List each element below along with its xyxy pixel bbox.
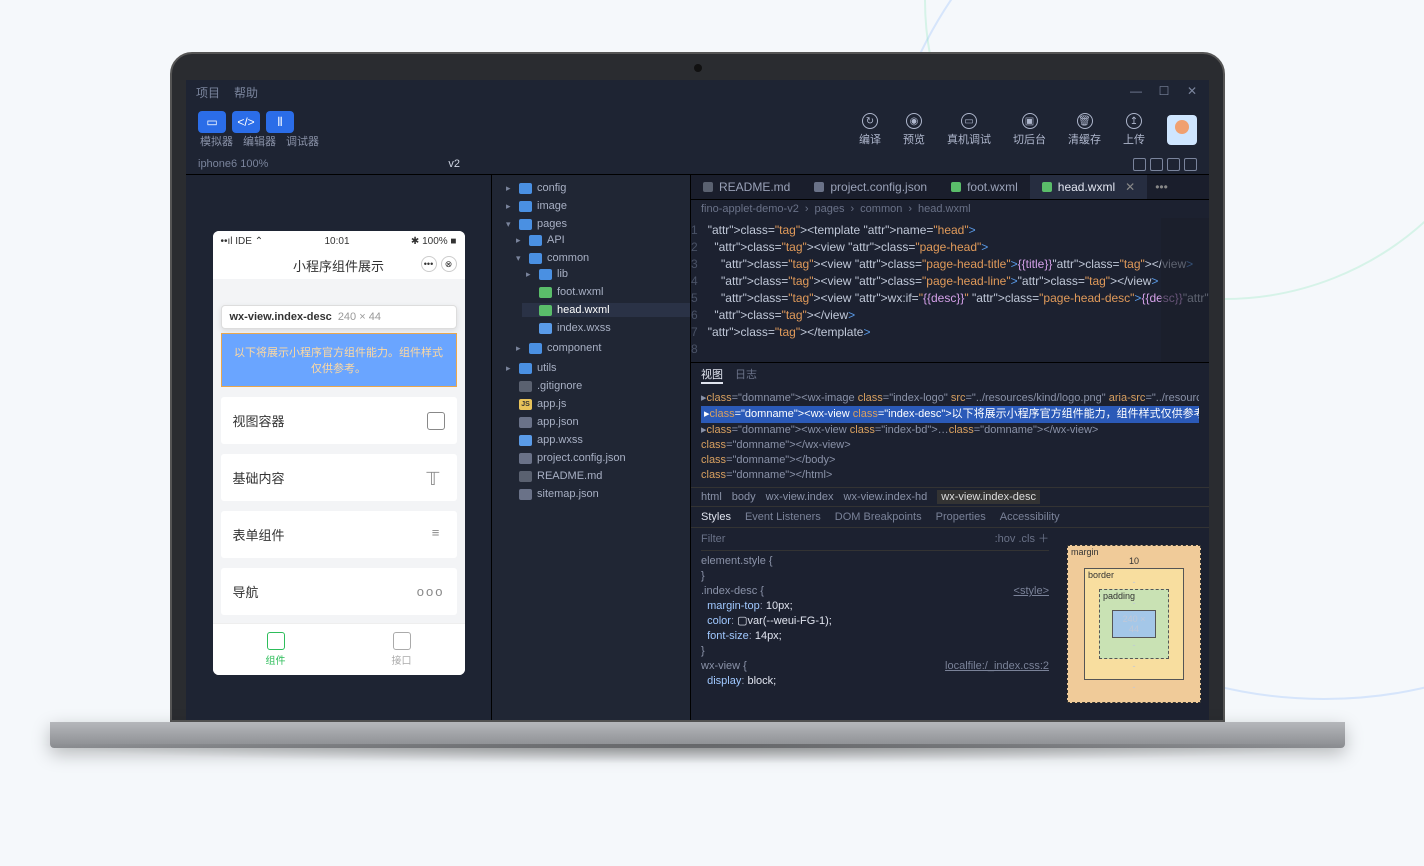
window-close-icon[interactable]: ✕ [1185, 84, 1199, 101]
phone-preview: ••ıl IDE ⌃ 10:01 ✱ 100% ■ 小程序组件展示 ••• ⊗ … [213, 231, 465, 675]
devtools-panel: 视图 日志 ▸class="domname"><wx-image class="… [691, 362, 1209, 720]
file-head-wxml[interactable]: head.wxml [522, 303, 690, 317]
folder-lib[interactable]: ▸lib [522, 267, 690, 281]
folder-pages[interactable]: ▾pages [502, 217, 690, 231]
panel-icon[interactable] [1184, 158, 1197, 171]
editor-tabs: README.md project.config.json foot.wxml … [691, 175, 1209, 200]
box-model: margin10 border- padding- 240 × 44 - - - [1059, 528, 1209, 720]
tab-readme[interactable]: README.md [691, 175, 802, 199]
window-minimize-icon[interactable]: — [1129, 84, 1143, 101]
nav-components[interactable]: 组件 [213, 624, 339, 675]
subtab-properties[interactable]: Properties [936, 511, 986, 523]
file-explorer[interactable]: ▸config ▸image ▾pages ▸API ▾common ▸lib … [491, 175, 691, 720]
subtab-styles[interactable]: Styles [701, 511, 731, 523]
phone-nav: 组件 接口 [213, 623, 465, 675]
phone-status-time: 10:01 [325, 236, 350, 247]
mode-editor-label: 编辑器 [243, 133, 276, 149]
menubar: 项目 帮助 v2-FinClip小程序开发工具 — ☐ ✕ [186, 80, 1209, 105]
user-avatar[interactable] [1167, 115, 1197, 145]
window-maximize-icon[interactable]: ☐ [1157, 84, 1171, 101]
folder-common[interactable]: ▾common [512, 251, 690, 265]
file-index-wxss[interactable]: index.wxss [522, 321, 690, 335]
folder-image[interactable]: ▸image [502, 199, 690, 213]
action-upload[interactable]: ↥上传 [1123, 113, 1145, 147]
nav-api[interactable]: 接口 [339, 624, 465, 675]
action-preview[interactable]: ◉预览 [903, 113, 925, 147]
code-editor[interactable]: 12345678 "attr">class="tag"><template "a… [691, 218, 1209, 362]
line-numbers: 12345678 [691, 222, 708, 358]
subtab-accessibility[interactable]: Accessibility [1000, 511, 1060, 523]
file-gitignore[interactable]: .gitignore [502, 379, 690, 393]
highlighted-element[interactable]: 以下将展示小程序官方组件能力。组件样式仅供参考。 [221, 333, 457, 387]
card-icon [427, 412, 445, 430]
action-background[interactable]: ▣切后台 [1013, 113, 1046, 147]
file-app-js[interactable]: JSapp.js [502, 397, 690, 411]
toolbar: ▭ </> ⫴ 模拟器 编辑器 调试器 ↻编译 ◉预览 ▭真机调试 ▣切后台 🗑… [186, 105, 1209, 155]
mode-debugger-label: 调试器 [286, 133, 319, 149]
ide-window: 项目 帮助 v2-FinClip小程序开发工具 — ☐ ✕ ▭ </> ⫴ 模拟… [186, 80, 1209, 720]
action-clear-cache[interactable]: 🗑清缓存 [1068, 113, 1101, 147]
mode-editor-icon[interactable]: </> [232, 111, 260, 133]
dom-tree[interactable]: ▸class="domname"><wx-image class="index-… [691, 387, 1209, 487]
dom-path: htmlbodywx-view.indexwx-view.index-hdwx-… [691, 487, 1209, 507]
phone-status-left: ••ıl IDE ⌃ [221, 236, 264, 247]
mode-debugger-icon[interactable]: ⫴ [266, 111, 294, 133]
list-icon [427, 526, 445, 544]
card-basic-content[interactable]: 基础内容𝕋 [221, 454, 457, 501]
tab-head-wxml[interactable]: head.wxml✕ [1030, 175, 1147, 199]
styles-pane[interactable]: Filter :hov .cls ＋ element.style { } .in… [691, 528, 1059, 720]
tabs-more-icon[interactable]: ••• [1147, 175, 1176, 199]
mode-simulator-label: 模拟器 [200, 133, 233, 149]
phone-status-right: ✱ 100% ■ [411, 236, 457, 247]
laptop-shadow [30, 744, 1365, 764]
laptop-frame: 项目 帮助 v2-FinClip小程序开发工具 — ☐ ✕ ▭ </> ⫴ 模拟… [170, 52, 1225, 764]
devtools-tab-view[interactable]: 视图 [701, 366, 723, 384]
folder-config[interactable]: ▸config [502, 181, 690, 195]
file-app-json[interactable]: app.json [502, 415, 690, 429]
menu-help[interactable]: 帮助 [234, 84, 258, 101]
file-app-wxss[interactable]: app.wxss [502, 433, 690, 447]
minimap[interactable] [1161, 218, 1209, 362]
more-icon: ooo [417, 584, 445, 599]
panel-icon[interactable] [1150, 158, 1163, 171]
simulator-panel: ••ıl IDE ⌃ 10:01 ✱ 100% ■ 小程序组件展示 ••• ⊗ … [186, 175, 491, 720]
card-form-components[interactable]: 表单组件 [221, 511, 457, 558]
action-compile[interactable]: ↻编译 [859, 113, 881, 147]
folder-component[interactable]: ▸component [512, 341, 690, 355]
capsule-menu-icon[interactable]: ••• [421, 256, 437, 272]
subtab-event-listeners[interactable]: Event Listeners [745, 511, 821, 523]
file-readme[interactable]: README.md [502, 469, 690, 483]
inspector-tooltip: wx-view.index-desc 240 × 44 [221, 305, 457, 329]
panel-icon[interactable] [1133, 158, 1146, 171]
project-root-label: v2 [448, 158, 460, 171]
status-bar: iphone6 100% v2 [186, 155, 1209, 175]
card-view-container[interactable]: 视图容器 [221, 397, 457, 444]
panel-icon[interactable] [1167, 158, 1180, 171]
device-info: iphone6 100% [198, 158, 268, 171]
subtab-dom-breakpoints[interactable]: DOM Breakpoints [835, 511, 922, 523]
tab-project-config[interactable]: project.config.json [802, 175, 939, 199]
breadcrumb: fino-applet-demo-v2›pages›common›head.wx… [691, 200, 1209, 218]
devtools-tab-log[interactable]: 日志 [735, 366, 757, 384]
file-foot-wxml[interactable]: foot.wxml [522, 285, 690, 299]
tab-foot-wxml[interactable]: foot.wxml [939, 175, 1030, 199]
folder-utils[interactable]: ▸utils [502, 361, 690, 375]
menu-project[interactable]: 项目 [196, 84, 220, 101]
folder-api[interactable]: ▸API [512, 233, 690, 247]
card-navigation[interactable]: 导航ooo [221, 568, 457, 615]
file-sitemap[interactable]: sitemap.json [502, 487, 690, 501]
editor-panel: README.md project.config.json foot.wxml … [691, 175, 1209, 720]
close-icon[interactable]: ✕ [1125, 180, 1135, 194]
page-title: 小程序组件展示 [293, 259, 384, 274]
mode-simulator-icon[interactable]: ▭ [198, 111, 226, 133]
card-icon: 𝕋 [427, 469, 445, 487]
filter-input[interactable]: Filter [701, 532, 725, 547]
capsule-close-icon[interactable]: ⊗ [441, 256, 457, 272]
hov-cls-toggle[interactable]: :hov .cls ＋ [995, 532, 1049, 547]
file-project-config[interactable]: project.config.json [502, 451, 690, 465]
action-remote-debug[interactable]: ▭真机调试 [947, 113, 991, 147]
camera-dot [694, 64, 702, 72]
